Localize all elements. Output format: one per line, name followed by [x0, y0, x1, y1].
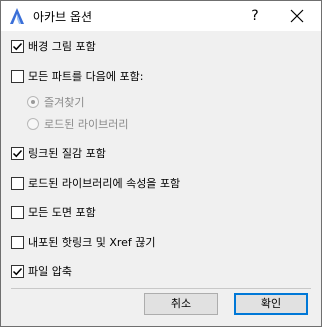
cancel-button[interactable]: 취소: [144, 293, 218, 315]
include-all-parts-option[interactable]: 모든 파트를 다음에 포함:: [11, 68, 143, 84]
loaded-libraries-label: 로드된 라이브러리: [44, 118, 129, 131]
archive-options-dialog: 아카브 옵션 ? 배경 그림 포함 모든 파트를 다음에 포함: 즐겨찾기 로드…: [0, 0, 322, 327]
include-all-parts-label: 모든 파트를 다음에 포함:: [28, 70, 144, 83]
include-all-drawings-option[interactable]: 모든 도면 포함: [11, 204, 96, 220]
divider: [11, 288, 311, 289]
compress-file-checkbox[interactable]: [11, 264, 24, 278]
compress-file-label: 파일 압축: [28, 265, 72, 278]
break-hotlinks-checkbox[interactable]: [11, 235, 24, 249]
favorites-label: 즐겨찾기: [44, 96, 85, 109]
loaded-libraries-radio[interactable]: [27, 118, 39, 130]
checkmark-icon: [12, 267, 23, 275]
include-background-checkbox[interactable]: [11, 39, 24, 53]
checkmark-icon: [12, 149, 23, 157]
include-library-attributes-checkbox[interactable]: [11, 176, 24, 190]
break-hotlinks-option[interactable]: 내포된 핫링크 및 Xref 끊기: [11, 234, 156, 250]
include-linked-materials-option[interactable]: 링크된 질감 포함: [11, 145, 106, 161]
close-icon: [290, 9, 304, 23]
checkmark-icon: [12, 42, 23, 50]
include-linked-materials-label: 링크된 질감 포함: [28, 147, 106, 160]
title-bar: 아카브 옵션 ?: [1, 1, 321, 31]
include-all-drawings-label: 모든 도면 포함: [28, 206, 96, 219]
favorites-radio[interactable]: [27, 96, 39, 108]
include-all-drawings-checkbox[interactable]: [11, 205, 24, 219]
include-library-attributes-option[interactable]: 로드된 라이브러리에 속성을 포함: [11, 175, 180, 191]
include-background-option[interactable]: 배경 그림 포함: [11, 38, 96, 54]
include-linked-materials-checkbox[interactable]: [11, 146, 24, 160]
include-all-parts-checkbox[interactable]: [11, 69, 24, 83]
help-button[interactable]: ?: [241, 4, 269, 28]
ok-button[interactable]: 확인: [234, 293, 308, 315]
window-title: 아카브 옵션: [33, 10, 93, 24]
break-hotlinks-label: 내포된 핫링크 및 Xref 끊기: [28, 236, 156, 249]
compress-file-option[interactable]: 파일 압축: [11, 263, 72, 279]
loaded-libraries-option[interactable]: 로드된 라이브러리: [27, 116, 128, 132]
favorites-option[interactable]: 즐겨찾기: [27, 94, 84, 110]
close-button[interactable]: [277, 4, 317, 28]
archicad-logo-icon: [9, 7, 25, 25]
include-background-label: 배경 그림 포함: [28, 40, 96, 53]
include-library-attributes-label: 로드된 라이브러리에 속성을 포함: [28, 177, 181, 190]
